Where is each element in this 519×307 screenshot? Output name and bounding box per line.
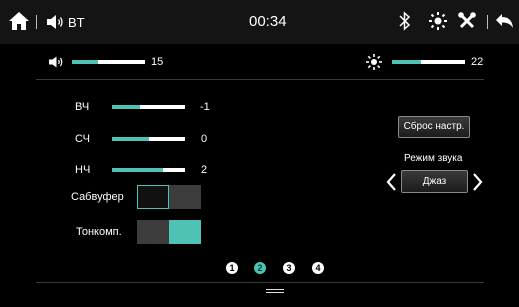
home-icon[interactable] [8,11,30,31]
audio-source-label: BT [68,15,85,30]
treble-value: -1 [200,101,210,113]
brightness-slider-fill [392,60,422,64]
mid-value: 0 [201,133,208,145]
chevron-left-icon[interactable] [385,172,397,192]
bass-value: 2 [201,164,208,176]
brightness-slider-icon [366,54,382,70]
bass-slider-fill [112,168,164,172]
subwoofer-toggle-knob [137,185,169,209]
sound-mode-button[interactable]: Джаз [401,170,468,193]
page-dot-1[interactable]: 1 [226,262,238,274]
separator [36,282,484,283]
speaker-icon [47,15,63,29]
subwoofer-toggle[interactable] [137,185,201,209]
status-divider [36,15,37,29]
mid-label: СЧ [75,133,90,145]
loudness-toggle-knob [169,220,201,244]
page-dot-4[interactable]: 4 [312,262,324,274]
loudness-toggle[interactable] [137,220,201,244]
loudness-label: Тонкомп. [76,226,122,238]
menu-handle-icon[interactable] [266,289,284,295]
brightness-value: 22 [471,56,484,68]
settings-icon[interactable] [458,12,476,30]
volume-value: 15 [151,56,164,68]
bass-slider[interactable] [112,168,185,172]
volume-slider[interactable] [72,60,145,64]
mid-slider[interactable] [112,137,185,141]
audio-settings-screen: BT 00:34 15 22 ВЧ -1 СЧ 0 НЧ 2 Сабвуфер … [0,0,519,307]
volume-icon [49,56,63,68]
back-icon[interactable] [495,13,515,29]
clock: 00:34 [249,13,287,30]
subwoofer-label: Сабвуфер [71,191,124,203]
separator [36,79,484,80]
brightness-slider[interactable] [392,60,465,64]
chevron-right-icon[interactable] [472,172,484,192]
brightness-icon[interactable] [429,12,447,30]
page-dot-3[interactable]: 3 [283,262,295,274]
reset-settings-button[interactable]: Сброс настр. [398,116,470,138]
volume-slider-fill [72,60,98,64]
sound-mode-title: Режим звука [404,153,463,164]
status-divider [487,15,488,29]
mid-slider-fill [112,137,149,141]
treble-label: ВЧ [75,101,90,113]
page-dot-2[interactable]: 2 [254,262,266,274]
treble-slider[interactable] [112,105,185,109]
treble-slider-fill [112,105,140,109]
bass-label: НЧ [75,164,91,176]
status-bar: BT 00:34 [0,0,519,44]
bluetooth-icon [399,11,411,31]
